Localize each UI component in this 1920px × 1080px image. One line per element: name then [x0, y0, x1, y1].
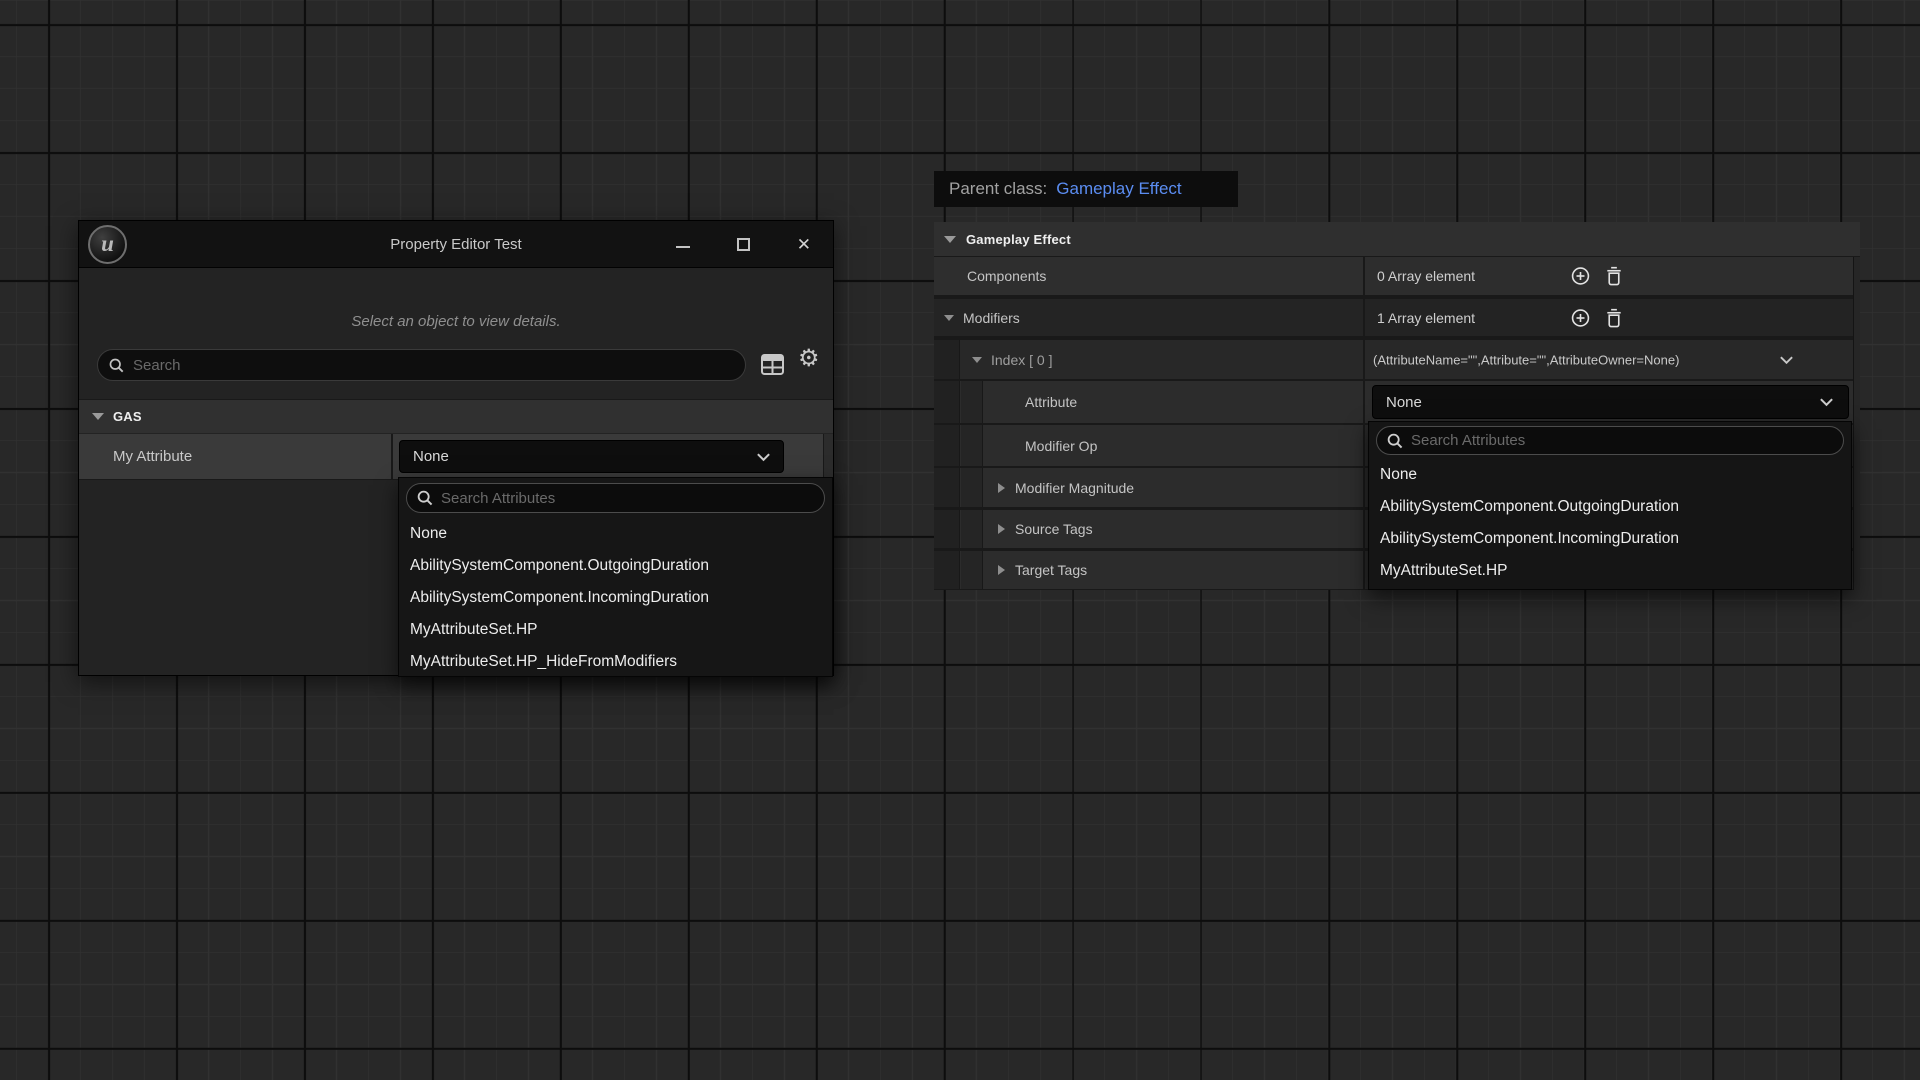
settings-gear-icon[interactable]: ⚙: [798, 347, 820, 371]
expand-arrow-icon[interactable]: [998, 565, 1005, 575]
maximize-button[interactable]: [737, 238, 750, 251]
array-count: 0 Array element: [1377, 268, 1475, 284]
category-label: Gameplay Effect: [966, 232, 1071, 247]
close-button[interactable]: ✕: [797, 236, 811, 253]
row-name: Index [ 0 ]: [991, 352, 1052, 368]
details-search-box[interactable]: [97, 349, 746, 381]
row-name: Components: [967, 268, 1046, 284]
minimize-button[interactable]: [676, 242, 690, 248]
row-components: Components 0 Array element: [934, 257, 1853, 295]
dropdown-item[interactable]: None: [1369, 459, 1851, 491]
property-row-my-attribute: My Attribute None: [79, 434, 833, 480]
delete-elements-button[interactable]: [1604, 266, 1624, 287]
parent-class-link[interactable]: Gameplay Effect: [1056, 179, 1181, 199]
collapse-triangle-icon[interactable]: [944, 236, 956, 243]
row-name: Target Tags: [1015, 562, 1087, 578]
category-label: GAS: [113, 409, 142, 424]
indent-guide: [934, 381, 960, 423]
dropdown-item[interactable]: AbilitySystemComponent.OutgoingDuration: [1369, 491, 1851, 523]
chevron-down-icon: [756, 452, 771, 462]
scrollbar-gutter[interactable]: [1853, 257, 1860, 590]
indent-guide: [961, 551, 983, 589]
parent-class-label: Parent class:: [949, 179, 1047, 199]
category-header-gameplay-effect[interactable]: Gameplay Effect: [934, 222, 1860, 256]
expand-arrow-icon[interactable]: [998, 524, 1005, 534]
row-name: Modifier Magnitude: [1015, 480, 1134, 496]
window-titlebar[interactable]: u Property Editor Test ✕: [79, 221, 833, 268]
indent-guide: [961, 425, 983, 466]
expand-arrow-icon[interactable]: [998, 483, 1005, 493]
indent-guide: [934, 551, 960, 589]
collapse-triangle-icon[interactable]: [944, 315, 954, 321]
add-element-button[interactable]: [1570, 307, 1591, 328]
combobox-value: None: [400, 448, 449, 465]
dropdown-item[interactable]: AbilitySystemComponent.OutgoingDuration: [399, 550, 832, 582]
attribute-search-input[interactable]: [441, 490, 815, 507]
indent-guide: [961, 510, 983, 548]
row-attribute: Attribute None: [934, 381, 1853, 423]
dropdown-item[interactable]: MyAttributeSet.HP: [1369, 555, 1851, 587]
attribute-search-box[interactable]: [406, 483, 825, 513]
search-icon: [1386, 432, 1404, 450]
property-name-cell: My Attribute: [79, 434, 391, 479]
dropdown-item[interactable]: MyAttributeSet.HP: [399, 614, 832, 646]
my-attribute-combobox[interactable]: None: [399, 440, 784, 473]
attribute-search-input[interactable]: [1411, 432, 1834, 449]
row-extension-column: [823, 434, 833, 479]
chevron-down-icon: [1819, 397, 1834, 407]
row-name: Modifiers: [963, 310, 1020, 326]
category-header-gas[interactable]: GAS: [79, 399, 833, 433]
dropdown-item[interactable]: MyAttributeSet.HP_HideFromModifiers: [399, 646, 832, 677]
attribute-search-box[interactable]: [1376, 426, 1844, 455]
array-count: 1 Array element: [1377, 310, 1475, 326]
collapse-triangle-icon[interactable]: [972, 357, 982, 363]
add-element-button[interactable]: [1570, 266, 1591, 287]
dropdown-item[interactable]: AbilitySystemComponent.IncomingDuration: [1369, 523, 1851, 555]
indent-guide: [961, 468, 983, 507]
collapse-triangle-icon[interactable]: [92, 413, 104, 420]
indent-guide: [934, 340, 960, 379]
struct-preview: (AttributeName="",Attribute="",Attribute…: [1373, 352, 1679, 367]
indent-guide: [961, 381, 983, 423]
row-name: Modifier Op: [1025, 438, 1097, 454]
empty-details-hint: Select an object to view details.: [79, 313, 833, 330]
combobox-value: None: [1373, 394, 1422, 411]
row-name: Source Tags: [1015, 521, 1093, 537]
indent-guide: [934, 510, 960, 548]
chevron-down-icon[interactable]: [1779, 355, 1794, 365]
property-name-label: My Attribute: [113, 448, 192, 465]
minimize-icon: [676, 246, 690, 248]
row-name: Attribute: [1025, 394, 1077, 410]
blueprint-grid-canvas: u Property Editor Test ✕ Select an objec…: [0, 0, 1920, 1080]
row-modifiers: Modifiers 1 Array element: [934, 299, 1853, 336]
attribute-picker-dropdown: None AbilitySystemComponent.OutgoingDura…: [398, 477, 833, 677]
parent-class-bar: Parent class: Gameplay Effect: [934, 171, 1238, 207]
attribute-picker-dropdown: None AbilitySystemComponent.OutgoingDura…: [1368, 421, 1852, 590]
property-value-cell: None: [393, 434, 823, 479]
row-index-0: Index [ 0 ] (AttributeName="",Attribute=…: [934, 340, 1853, 379]
search-input[interactable]: [133, 357, 735, 374]
attribute-combobox[interactable]: None: [1372, 385, 1849, 419]
display-filter-icon[interactable]: [760, 353, 785, 376]
delete-elements-button[interactable]: [1604, 307, 1624, 328]
dropdown-item[interactable]: AbilitySystemComponent.IncomingDuration: [399, 582, 832, 614]
search-icon: [108, 357, 125, 374]
maximize-icon: [737, 238, 750, 251]
indent-guide: [934, 468, 960, 507]
search-icon: [416, 489, 434, 507]
indent-guide: [934, 425, 960, 466]
dropdown-item[interactable]: None: [399, 518, 832, 550]
